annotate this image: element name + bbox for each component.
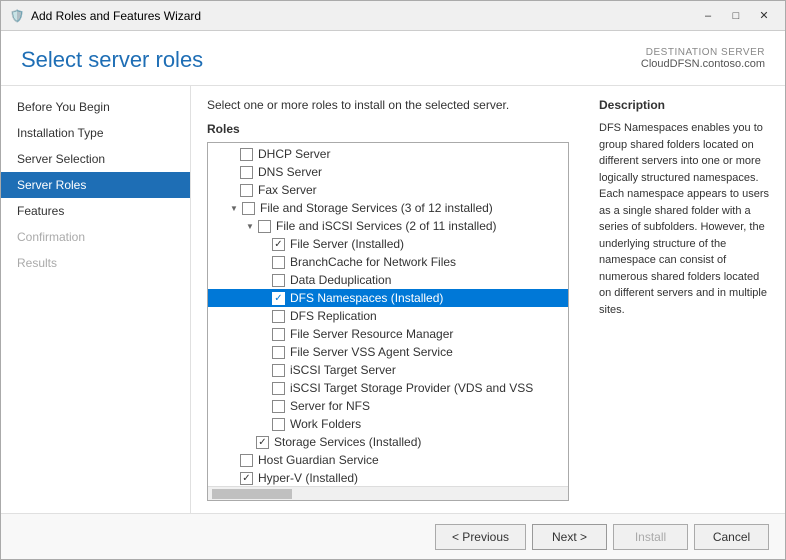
checkbox-fsvss[interactable]	[272, 346, 285, 359]
role-item-iscsi-provider[interactable]: iSCSI Target Storage Provider (VDS and V…	[208, 379, 568, 397]
checkbox-branchcache[interactable]	[272, 256, 285, 269]
next-button[interactable]: Next >	[532, 524, 607, 550]
sidebar-item-server-roles[interactable]: Server Roles	[1, 172, 190, 198]
titlebar-icon: 🛡️	[9, 8, 25, 24]
description-panel-title: Description	[599, 98, 771, 112]
role-label-host-guardian: Host Guardian Service	[258, 453, 379, 467]
header: Select server roles DESTINATION SERVER C…	[1, 31, 785, 86]
sidebar-item-results: Results	[1, 250, 190, 276]
role-item-dns[interactable]: DNS Server	[208, 163, 568, 181]
role-label-dns: DNS Server	[258, 165, 322, 179]
destination-server-name: CloudDFSN.contoso.com	[641, 58, 765, 70]
main-window: 🛡️ Add Roles and Features Wizard – □ ✕ S…	[0, 0, 786, 560]
content-description: Select one or more roles to install on t…	[207, 98, 569, 112]
sidebar: Before You BeginInstallation TypeServer …	[1, 86, 191, 513]
previous-button[interactable]: < Previous	[435, 524, 526, 550]
roles-scroll[interactable]: DHCP Server DNS Server Fax Server ▼ File and…	[208, 143, 568, 486]
description-panel-text: DFS Namespaces enables you to group shar…	[599, 120, 771, 318]
checkbox-dhcp[interactable]	[240, 148, 253, 161]
checkbox-hyper-v[interactable]	[240, 472, 253, 485]
checkbox-dfs-namespaces[interactable]	[272, 292, 285, 305]
role-item-dhcp[interactable]: DHCP Server	[208, 145, 568, 163]
checkbox-iscsi-target[interactable]	[272, 364, 285, 377]
description-panel: Description DFS Namespaces enables you t…	[585, 86, 785, 513]
expand-icon: ▼	[228, 204, 240, 213]
checkbox-file-iscsi[interactable]	[258, 220, 271, 233]
close-button[interactable]: ✕	[751, 6, 777, 26]
role-item-data-dedup[interactable]: Data Deduplication	[208, 271, 568, 289]
cancel-button[interactable]: Cancel	[694, 524, 769, 550]
checkbox-fsrm[interactable]	[272, 328, 285, 341]
role-item-host-guardian[interactable]: Host Guardian Service	[208, 451, 568, 469]
h-scrollbar-thumb[interactable]	[212, 489, 292, 499]
role-label-hyper-v: Hyper-V (Installed)	[258, 471, 358, 485]
content-area: Select one or more roles to install on t…	[191, 86, 585, 513]
role-label-fsvss: File Server VSS Agent Service	[290, 345, 453, 359]
role-item-storage-services[interactable]: Storage Services (Installed)	[208, 433, 568, 451]
titlebar-controls: – □ ✕	[695, 6, 777, 26]
role-label-dhcp: DHCP Server	[258, 147, 330, 161]
role-label-iscsi-provider: iSCSI Target Storage Provider (VDS and V…	[290, 381, 533, 395]
role-item-nfs[interactable]: Server for NFS	[208, 397, 568, 415]
sidebar-item-server-selection[interactable]: Server Selection	[1, 146, 190, 172]
role-item-iscsi-target[interactable]: iSCSI Target Server	[208, 361, 568, 379]
sidebar-item-before-you-begin[interactable]: Before You Begin	[1, 94, 190, 120]
maximize-button[interactable]: □	[723, 6, 749, 26]
role-label-storage-services: Storage Services (Installed)	[274, 435, 421, 449]
expand-icon: ▼	[244, 222, 256, 231]
destination-server-info: DESTINATION SERVER CloudDFSN.contoso.com	[641, 47, 765, 70]
role-label-fsrm: File Server Resource Manager	[290, 327, 453, 341]
page-title: Select server roles	[21, 47, 203, 73]
sidebar-item-features[interactable]: Features	[1, 198, 190, 224]
role-label-iscsi-target: iSCSI Target Server	[290, 363, 396, 377]
horizontal-scrollbar[interactable]	[208, 486, 568, 500]
role-item-file-iscsi[interactable]: ▼ File and iSCSI Services (2 of 11 instal…	[208, 217, 568, 235]
role-label-file-iscsi: File and iSCSI Services (2 of 11 install…	[276, 219, 497, 233]
checkbox-file-storage[interactable]	[242, 202, 255, 215]
role-label-file-server: File Server (Installed)	[290, 237, 404, 251]
role-item-file-storage[interactable]: ▼ File and Storage Services (3 of 12 inst…	[208, 199, 568, 217]
main-content: Before You BeginInstallation TypeServer …	[1, 86, 785, 513]
footer: < Previous Next > Install Cancel	[1, 513, 785, 559]
checkbox-dns[interactable]	[240, 166, 253, 179]
role-label-nfs: Server for NFS	[290, 399, 370, 413]
roles-box: DHCP Server DNS Server Fax Server ▼ File and…	[207, 142, 569, 501]
role-label-data-dedup: Data Deduplication	[290, 273, 391, 287]
checkbox-dfs-replication[interactable]	[272, 310, 285, 323]
role-label-file-storage: File and Storage Services (3 of 12 insta…	[260, 201, 493, 215]
minimize-button[interactable]: –	[695, 6, 721, 26]
titlebar-title: Add Roles and Features Wizard	[31, 9, 695, 23]
role-item-branchcache[interactable]: BranchCache for Network Files	[208, 253, 568, 271]
role-label-dfs-namespaces: DFS Namespaces (Installed)	[290, 291, 443, 305]
titlebar: 🛡️ Add Roles and Features Wizard – □ ✕	[1, 1, 785, 31]
checkbox-fax[interactable]	[240, 184, 253, 197]
role-label-dfs-replication: DFS Replication	[290, 309, 377, 323]
role-item-dfs-replication[interactable]: DFS Replication	[208, 307, 568, 325]
checkbox-file-server[interactable]	[272, 238, 285, 251]
checkbox-nfs[interactable]	[272, 400, 285, 413]
role-item-fax[interactable]: Fax Server	[208, 181, 568, 199]
sidebar-item-installation-type[interactable]: Installation Type	[1, 120, 190, 146]
checkbox-storage-services[interactable]	[256, 436, 269, 449]
checkbox-data-dedup[interactable]	[272, 274, 285, 287]
role-label-branchcache: BranchCache for Network Files	[290, 255, 456, 269]
checkbox-host-guardian[interactable]	[240, 454, 253, 467]
role-label-fax: Fax Server	[258, 183, 317, 197]
roles-label: Roles	[207, 122, 569, 136]
role-item-hyper-v[interactable]: Hyper-V (Installed)	[208, 469, 568, 486]
role-item-fsvss[interactable]: File Server VSS Agent Service	[208, 343, 568, 361]
install-button[interactable]: Install	[613, 524, 688, 550]
checkbox-iscsi-provider[interactable]	[272, 382, 285, 395]
role-item-fsrm[interactable]: File Server Resource Manager	[208, 325, 568, 343]
sidebar-item-confirmation: Confirmation	[1, 224, 190, 250]
role-label-work-folders: Work Folders	[290, 417, 361, 431]
role-item-file-server[interactable]: File Server (Installed)	[208, 235, 568, 253]
role-item-dfs-namespaces[interactable]: DFS Namespaces (Installed)	[208, 289, 568, 307]
destination-label: DESTINATION SERVER	[641, 47, 765, 58]
role-item-work-folders[interactable]: Work Folders	[208, 415, 568, 433]
checkbox-work-folders[interactable]	[272, 418, 285, 431]
